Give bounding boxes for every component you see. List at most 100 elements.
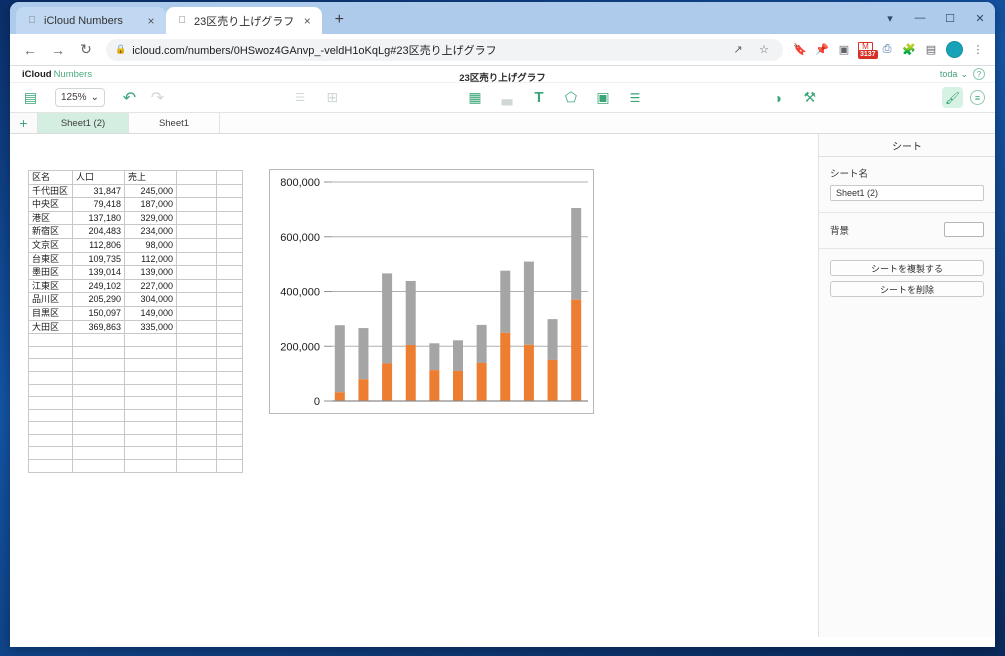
bar-segment-sales[interactable]	[453, 340, 463, 371]
bar-segment-sales[interactable]	[382, 273, 393, 364]
table-row[interactable]	[28, 408, 243, 423]
split-view-icon[interactable]: ▤	[921, 39, 941, 61]
bar-segment-sales[interactable]	[358, 328, 369, 380]
sheet-name-input[interactable]: Sheet1 (2)	[830, 185, 984, 201]
bar-segment-population[interactable]	[358, 379, 369, 401]
table-cell[interactable]: 台東区	[28, 251, 73, 267]
table-row[interactable]: 目黒区 150,097 149,000	[28, 305, 243, 321]
table-cell[interactable]: 304,000	[124, 292, 177, 307]
zoom-selector[interactable]: 125% ⌄	[55, 88, 105, 107]
table-cell[interactable]	[216, 433, 243, 448]
table-cell[interactable]: 249,102	[72, 278, 125, 294]
insert-table-icon[interactable]: ▦	[465, 87, 486, 108]
table-row[interactable]: 大田区 369,863 335,000	[28, 319, 243, 335]
table-cell[interactable]: 187,000	[124, 197, 177, 212]
reading-list-icon[interactable]: 🔖	[790, 39, 810, 61]
table-cell[interactable]: 31,847	[72, 183, 125, 199]
pin-icon[interactable]: 📌	[812, 39, 832, 61]
bar-segment-population[interactable]	[405, 345, 416, 401]
table-cell[interactable]	[72, 446, 125, 461]
table-row[interactable]: 新宿区 204,483 234,000	[28, 224, 243, 239]
table-row[interactable]: 江東区 249,102 227,000	[28, 278, 243, 294]
table-cell[interactable]	[216, 370, 243, 385]
forward-icon[interactable]: →	[45, 37, 71, 63]
bar-segment-population[interactable]	[571, 299, 582, 401]
bar-segment-population[interactable]	[500, 332, 511, 401]
reload-icon[interactable]: ↻	[73, 37, 99, 63]
gmail-icon[interactable]: M 3137	[856, 39, 878, 61]
new-tab-button[interactable]: +	[326, 7, 352, 33]
table-cell[interactable]	[176, 396, 217, 410]
table-cell[interactable]: 112,806	[72, 237, 125, 253]
table-cell[interactable]	[28, 396, 73, 410]
table-cell[interactable]	[216, 251, 243, 267]
table-cell[interactable]	[28, 358, 73, 372]
table-cell[interactable]	[72, 358, 125, 372]
table-cell[interactable]	[176, 408, 217, 423]
table-cell[interactable]	[124, 446, 177, 461]
table-cell[interactable]: 品川区	[28, 292, 73, 307]
table-cell[interactable]	[176, 237, 217, 253]
table-row[interactable]: 港区 137,180 329,000	[28, 210, 243, 226]
background-color-well[interactable]	[944, 222, 984, 237]
table-cell[interactable]	[72, 459, 125, 473]
table-cell[interactable]	[72, 433, 125, 448]
table-cell[interactable]	[176, 210, 217, 226]
bar-segment-sales[interactable]	[523, 261, 534, 345]
table-cell[interactable]: 245,000	[124, 183, 177, 199]
table-cell[interactable]	[216, 319, 243, 335]
bar-segment-sales[interactable]	[334, 325, 345, 393]
table-cell[interactable]	[124, 421, 177, 435]
table-cell[interactable]	[124, 345, 177, 360]
table-cell[interactable]	[176, 433, 217, 448]
table-header-cell[interactable]	[176, 170, 217, 185]
avatar[interactable]	[946, 41, 963, 58]
table-row[interactable]	[28, 433, 243, 448]
table-cell[interactable]: 江東区	[28, 278, 73, 294]
account-menu[interactable]: toda ⌄	[940, 69, 968, 80]
table-cell[interactable]: 204,483	[72, 224, 125, 239]
table-cell[interactable]	[176, 278, 217, 294]
table-cell[interactable]	[176, 370, 217, 385]
table-header-cell[interactable]: 人口	[72, 170, 125, 185]
table-cell[interactable]	[216, 224, 243, 239]
sheet-canvas[interactable]: 区名 人口 売上 千代田区 31,847 245,000 中央区 79,418 187,000 港…	[10, 134, 819, 637]
table-cell[interactable]	[176, 251, 217, 267]
table-cell[interactable]: 137,180	[72, 210, 125, 226]
table-cell[interactable]	[216, 183, 243, 199]
table-cell[interactable]	[176, 421, 217, 435]
bar-segment-population[interactable]	[453, 370, 463, 401]
table-cell[interactable]	[216, 421, 243, 435]
table-cell[interactable]	[124, 383, 177, 398]
help-icon[interactable]: ?	[973, 68, 985, 80]
table-cell[interactable]	[176, 446, 217, 461]
table-cell[interactable]	[216, 333, 243, 347]
more-options-icon[interactable]: ≡	[970, 90, 986, 105]
tools-wrench-icon[interactable]: ⚒	[799, 87, 820, 108]
table-cell[interactable]	[216, 383, 243, 398]
table-cell[interactable]: 149,000	[124, 305, 177, 321]
table-cell[interactable]: 98,000	[124, 237, 177, 253]
bar-segment-sales[interactable]	[500, 270, 511, 333]
collaborate-icon[interactable]: ◑	[767, 87, 788, 108]
table-cell[interactable]	[124, 459, 177, 473]
table-cell[interactable]: 335,000	[124, 319, 177, 335]
table-cell[interactable]	[216, 197, 243, 212]
bar-segment-sales[interactable]	[571, 208, 582, 300]
table-cell[interactable]	[124, 408, 177, 423]
table-cell[interactable]	[28, 446, 73, 461]
table-cell[interactable]	[28, 408, 73, 423]
sidebar-toggle-icon[interactable]: ▤	[20, 87, 41, 108]
browser-tab-2[interactable]:  23区売り上げグラフ ×	[166, 7, 323, 34]
chart-object[interactable]: 0 200,000 400,000 600,000 800,000	[269, 169, 594, 414]
table-cell[interactable]	[176, 197, 217, 212]
table-cell[interactable]	[176, 292, 217, 307]
table-row[interactable]: 中央区 79,418 187,000	[28, 197, 243, 212]
table-cell[interactable]	[28, 459, 73, 473]
table-cell[interactable]	[176, 224, 217, 239]
table-cell[interactable]	[216, 446, 243, 461]
bookmark-star-icon[interactable]: ☆	[754, 39, 774, 61]
undo-icon[interactable]: ↶	[119, 87, 140, 108]
bar-segment-sales[interactable]	[429, 343, 440, 371]
table-cell[interactable]	[28, 370, 73, 385]
